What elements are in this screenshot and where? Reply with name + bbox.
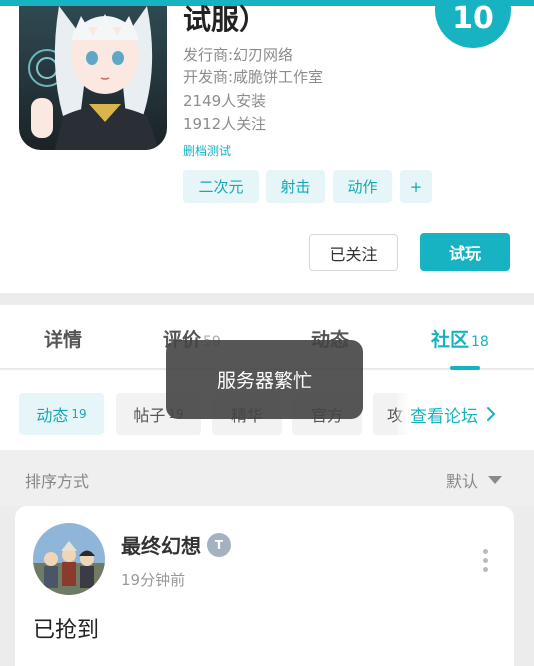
tab-label: 社区 <box>431 329 470 351</box>
post-content[interactable]: 已抢到 <box>33 612 99 644</box>
more-options-icon[interactable] <box>481 549 489 575</box>
sort-value: 默认 <box>446 472 479 491</box>
game-title: 试服） <box>183 3 268 36</box>
sort-bar: 排序方式 默认 <box>0 450 534 506</box>
chip-label: 帖子 <box>133 406 166 425</box>
forum-link-label: 查看论坛 <box>410 406 478 427</box>
install-count: 2149人安装 <box>183 92 267 110</box>
tab-community[interactable]: 社区 18 <box>431 325 489 352</box>
score-badge: 10 <box>435 0 511 48</box>
sort-dropdown[interactable]: 默认 <box>446 468 503 492</box>
caret-down-icon <box>488 476 503 484</box>
tab-details[interactable]: 详情 <box>44 325 82 352</box>
follower-count: 1912人关注 <box>183 115 267 133</box>
post-timestamp: 19分钟前 <box>121 571 186 589</box>
play-button[interactable]: 试玩 <box>420 233 510 271</box>
tag-shooter[interactable]: 射击 <box>266 170 325 203</box>
tab-label: 详情 <box>44 329 83 351</box>
tag-action[interactable]: 动作 <box>333 170 392 203</box>
game-header: 试服） 10 发行商:幻刃网络 开发商:咸脆饼工作室 2149人安装 1912人… <box>0 0 534 293</box>
chip-count: 19 <box>71 407 87 421</box>
user-level-badge: T <box>207 532 231 557</box>
tag-anime[interactable]: 二次元 <box>183 170 259 203</box>
add-tag-button[interactable]: + <box>400 170 432 203</box>
chip-label: 动态 <box>36 406 69 425</box>
sort-label: 排序方式 <box>25 472 90 491</box>
follow-button[interactable]: 已关注 <box>309 234 398 271</box>
post-card[interactable]: 最终幻想 T 19分钟前 已抢到 <box>15 506 514 666</box>
developer-text[interactable]: 开发商:咸脆饼工作室 <box>183 68 323 86</box>
toast-message: 服务器繁忙 <box>166 340 363 419</box>
tab-count: 18 <box>471 334 489 350</box>
filter-chip-feed[interactable]: 动态 19 <box>19 393 104 435</box>
test-status-label: 删档测试 <box>183 144 232 158</box>
game-cover-image[interactable] <box>19 6 167 150</box>
publisher-text[interactable]: 发行商:幻刃网络 <box>183 46 293 64</box>
view-forum-link[interactable]: 查看论坛 <box>397 393 534 435</box>
post-author[interactable]: 最终幻想 T <box>121 530 231 559</box>
author-name: 最终幻想 <box>121 534 201 558</box>
avatar[interactable] <box>33 523 105 595</box>
chevron-right-icon <box>487 407 496 421</box>
